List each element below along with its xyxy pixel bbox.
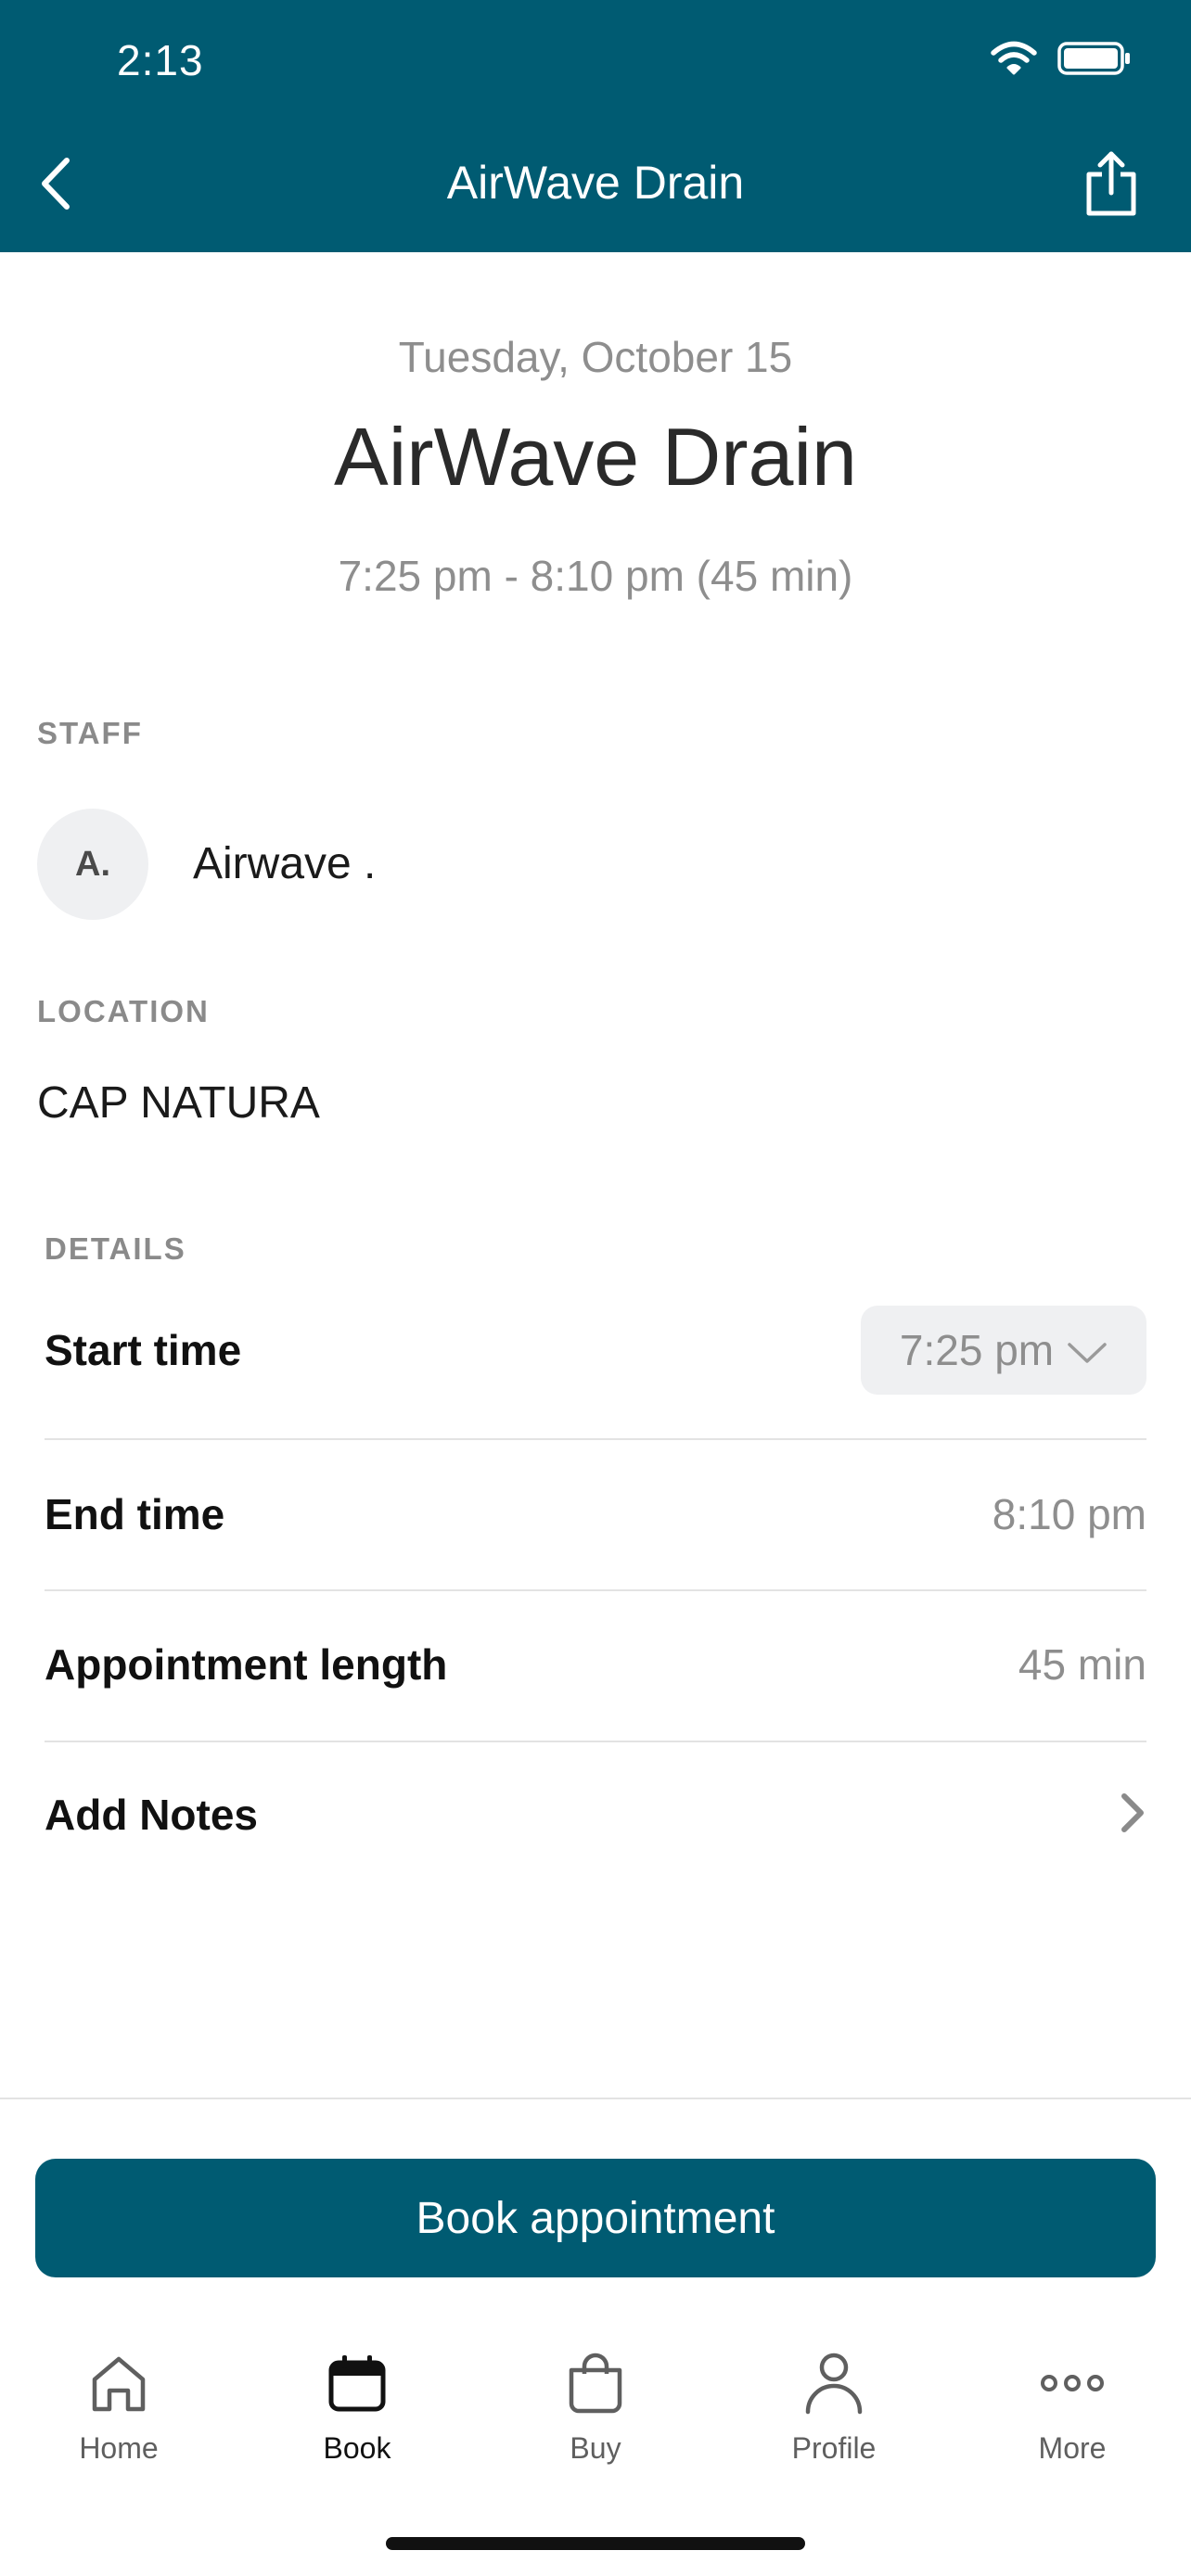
shopping-bag-icon <box>558 2346 633 2420</box>
share-button[interactable] <box>1074 148 1148 223</box>
tab-label: Book <box>323 2431 391 2465</box>
tab-profile[interactable]: Profile <box>741 2346 927 2466</box>
calendar-icon <box>320 2346 394 2420</box>
add-notes-row[interactable]: Add Notes <box>45 1775 1146 1855</box>
tab-label: More <box>1038 2431 1107 2465</box>
time-range: 7:25 pm - 8:10 pm (45 min) <box>338 552 853 600</box>
start-time-row: Start time 7:25 pm <box>45 1306 1146 1395</box>
tab-label: Buy <box>570 2431 621 2465</box>
tab-book[interactable]: Book <box>264 2346 450 2466</box>
add-notes-label: Add Notes <box>45 1791 258 1839</box>
battery-icon <box>1057 41 1132 81</box>
bottom-divider <box>0 2098 1191 2099</box>
end-time-label: End time <box>45 1490 225 1538</box>
staff-name: Airwave . <box>193 839 377 888</box>
more-dots-icon <box>1035 2346 1109 2420</box>
share-icon <box>1082 150 1141 222</box>
staff-section-label: STAFF <box>37 716 143 750</box>
appointment-details-screen: 2:13 AirWave Drain Tuesday, October 15 A… <box>0 0 1191 2576</box>
start-time-label: Start time <box>45 1326 242 1374</box>
avatar-initials: A. <box>75 844 110 884</box>
tab-bar: Home Book Buy Profile More <box>0 2346 1191 2485</box>
tab-label: Home <box>79 2431 159 2465</box>
start-time-value: 7:25 pm <box>899 1326 1055 1374</box>
start-time-picker[interactable]: 7:25 pm <box>861 1306 1146 1395</box>
divider <box>45 1741 1146 1742</box>
chevron-right-icon <box>1119 1792 1146 1839</box>
end-time-row: End time 8:10 pm <box>45 1474 1146 1554</box>
location-name: CAP NATURA <box>37 1078 320 1128</box>
status-time: 2:13 <box>117 36 204 84</box>
appointment-length-value: 45 min <box>1018 1640 1146 1689</box>
location-section-label: LOCATION <box>37 994 210 1028</box>
appointment-length-label: Appointment length <box>45 1640 448 1689</box>
tab-home[interactable]: Home <box>26 2346 211 2466</box>
wifi-icon <box>991 41 1037 81</box>
details-section-label: DETAILS <box>45 1231 186 1266</box>
divider <box>45 1589 1146 1591</box>
header-bar: 2:13 AirWave Drain <box>0 0 1191 252</box>
end-time-value: 8:10 pm <box>992 1490 1146 1538</box>
home-icon <box>82 2346 156 2420</box>
appointment-date: Tuesday, October 15 <box>398 333 793 381</box>
avatar: A. <box>37 809 148 920</box>
appointment-length-row: Appointment length 45 min <box>45 1625 1146 1704</box>
chevron-down-icon <box>1067 1325 1108 1375</box>
service-title: AirWave Drain <box>334 411 857 503</box>
book-appointment-button[interactable]: Book appointment <box>35 2159 1156 2277</box>
divider <box>45 1438 1146 1440</box>
status-icons <box>991 41 1132 81</box>
tab-more[interactable]: More <box>980 2346 1165 2466</box>
tab-buy[interactable]: Buy <box>503 2346 688 2466</box>
tab-label: Profile <box>791 2431 877 2465</box>
home-indicator <box>386 2537 805 2550</box>
person-icon <box>797 2346 871 2420</box>
nav-title: AirWave Drain <box>446 157 745 209</box>
